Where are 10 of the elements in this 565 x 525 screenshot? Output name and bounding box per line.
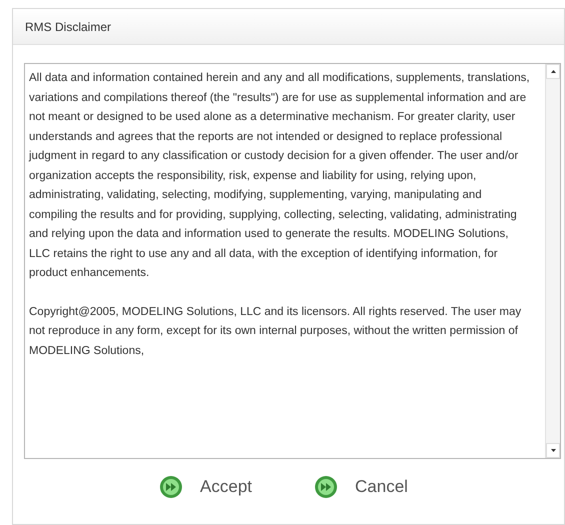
dialog-button[interactable]: Cancel <box>314 474 408 500</box>
disclaimer-paragraph: All data and information contained herein and any and all modifications, supplements, translations, variations and compilations thereof (the "results") are for use as supplemental information and are not meant or designed to be used alone as a determinative mechanism. For greater clarity, user understands and agrees that the reports are not intended or designed to replace professional judgment in regard to any classification or custody decision for a given offender. The user and/or organization accepts the responsibility, risk, expense and liability for using, relying upon, administrating, validating, selecting, modifying, supplementing, varying, manipulating and compiling the results and for providing, supplying, collecting, selecting, validating, administrating and relying upon the data and information used to generate the results. MODELING Solutions, LLC retains the right to use any and all data, with the exception of identifying information, for product enhancements. <box>29 71 531 281</box>
forward-icon <box>314 474 338 499</box>
disclaimer-paragraph: Copyright@2005, MODELING Solutions, LLC and its licensors. All rights reserved. The user may not reproduce in any form, except for its own internal purposes, without the written permission of MODELING Solutions, <box>29 304 522 358</box>
window-title: RMS Disclaimer <box>25 18 112 36</box>
scroll-up-icon[interactable] <box>546 64 560 79</box>
dialog-button[interactable]: Accept <box>159 474 252 500</box>
forward-icon <box>159 474 184 499</box>
scrollbar[interactable] <box>545 64 560 458</box>
scroll-down-icon[interactable] <box>546 443 560 458</box>
